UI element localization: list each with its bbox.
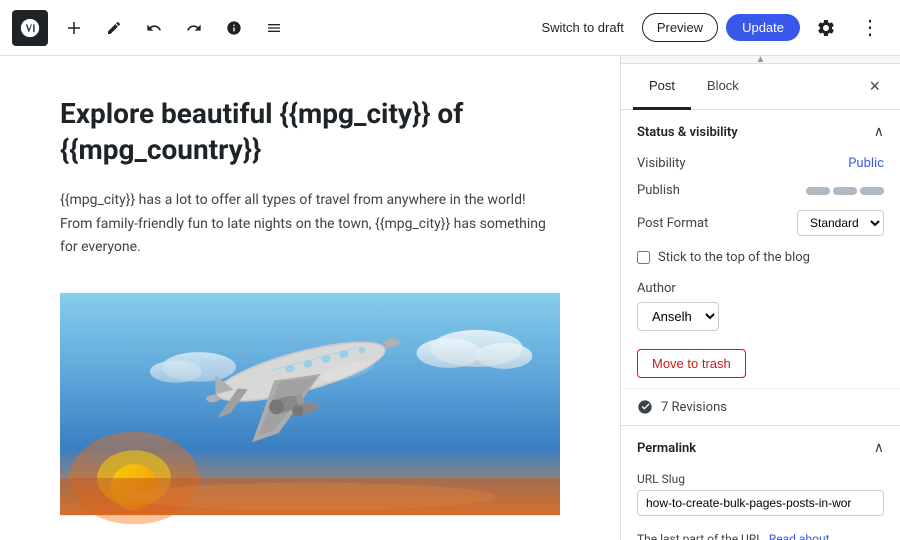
url-slug-input[interactable]	[637, 490, 884, 516]
pencil-icon	[106, 20, 122, 36]
undo-icon	[146, 20, 162, 36]
preview-button[interactable]: Preview	[642, 13, 718, 42]
blur-dot-3	[860, 187, 884, 195]
trash-row: Move to trash	[621, 339, 900, 388]
sidebar: ▲ Post Block × Status & visibility ∧ Vis…	[620, 56, 900, 540]
info-icon	[226, 20, 242, 36]
permalink-header: Permalink ∧	[621, 426, 900, 466]
author-section: Author Anselh	[621, 273, 900, 339]
revisions-icon	[637, 399, 653, 415]
url-help-text: The last part of the URL. Read about per…	[621, 526, 900, 540]
permalink-section: Permalink ∧ URL Slug The last part of th…	[621, 425, 900, 540]
toolbar: Switch to draft Preview Update ⋮	[0, 0, 900, 56]
publish-row: Publish	[621, 177, 900, 204]
author-label: Author	[637, 281, 884, 296]
stick-top-checkbox[interactable]	[637, 251, 650, 264]
post-format-select[interactable]: Standard Aside Image Video Quote Link Ga…	[797, 210, 884, 236]
visibility-value[interactable]: Public	[848, 156, 884, 171]
section-title-status: Status & visibility	[637, 125, 738, 140]
revisions-count: 7 Revisions	[661, 400, 727, 415]
scroll-up-indicator: ▲	[621, 56, 900, 64]
revisions-row[interactable]: 7 Revisions	[621, 388, 900, 425]
sidebar-content: Status & visibility ∧ Visibility Public …	[621, 110, 900, 540]
tab-block[interactable]: Block	[691, 64, 755, 110]
url-slug-label: URL Slug	[637, 472, 884, 486]
toolbar-right: Switch to draft Preview Update ⋮	[531, 10, 888, 46]
undo-button[interactable]	[136, 10, 172, 46]
stick-top-label: Stick to the top of the blog	[658, 250, 810, 265]
post-content[interactable]: {{mpg_city}} has a lot to offer all type…	[60, 189, 560, 260]
editor-area: Explore beautiful {{mpg_city}} of {{mpg_…	[0, 56, 620, 540]
list-view-button[interactable]	[256, 10, 292, 46]
add-block-button[interactable]	[56, 10, 92, 46]
move-to-trash-button[interactable]: Move to trash	[637, 349, 746, 378]
status-visibility-section: Status & visibility ∧	[621, 110, 900, 150]
update-button[interactable]: Update	[726, 14, 800, 41]
wp-logo-icon	[19, 17, 41, 39]
post-format-label: Post Format	[637, 216, 708, 231]
wp-logo[interactable]	[12, 10, 48, 46]
airplane-illustration	[60, 284, 560, 524]
blur-dot-1	[806, 187, 830, 195]
more-options-button[interactable]: ⋮	[852, 10, 888, 46]
main-area: Explore beautiful {{mpg_city}} of {{mpg_…	[0, 56, 900, 540]
close-sidebar-button[interactable]: ×	[861, 72, 888, 101]
toolbar-left	[12, 10, 292, 46]
publish-value-blurred	[806, 187, 884, 195]
post-title[interactable]: Explore beautiful {{mpg_city}} of {{mpg_…	[60, 96, 560, 169]
redo-icon	[186, 20, 202, 36]
switch-to-draft-button[interactable]: Switch to draft	[531, 14, 633, 41]
chevron-permalink[interactable]: ∧	[874, 440, 884, 456]
info-button[interactable]	[216, 10, 252, 46]
author-select[interactable]: Anselh	[637, 302, 719, 331]
list-view-icon	[266, 20, 282, 36]
visibility-row: Visibility Public	[621, 150, 900, 177]
tab-post[interactable]: Post	[633, 64, 691, 110]
publish-label: Publish	[637, 183, 680, 198]
stick-top-row: Stick to the top of the blog	[621, 242, 900, 273]
tools-button[interactable]	[96, 10, 132, 46]
permalink-title: Permalink	[637, 441, 696, 456]
post-format-row: Post Format Standard Aside Image Video Q…	[621, 204, 900, 242]
chevron-status[interactable]: ∧	[874, 124, 884, 140]
gear-icon	[816, 18, 836, 38]
visibility-label: Visibility	[637, 156, 686, 171]
settings-button[interactable]	[808, 10, 844, 46]
redo-button[interactable]	[176, 10, 212, 46]
blur-dot-2	[833, 187, 857, 195]
url-slug-section: URL Slug	[621, 466, 900, 526]
post-image[interactable]	[60, 284, 560, 524]
plus-icon	[65, 19, 83, 37]
sidebar-tabs: Post Block ×	[621, 64, 900, 110]
